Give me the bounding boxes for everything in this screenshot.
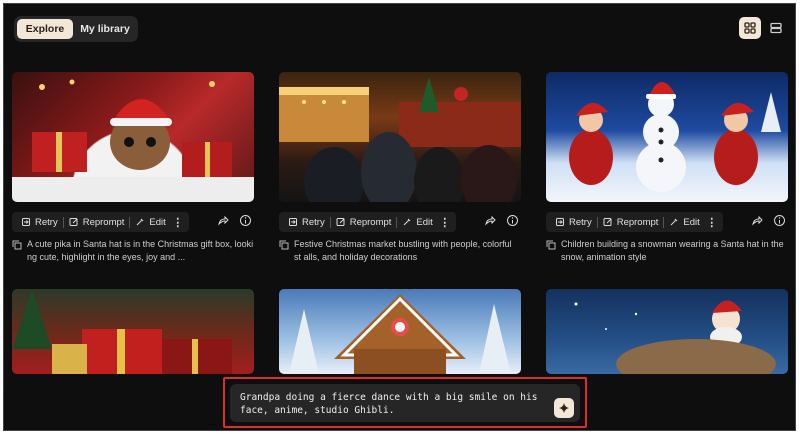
more-options-button[interactable]: ⋮: [171, 212, 185, 232]
edit-button[interactable]: Edit: [130, 212, 170, 232]
retry-icon: [556, 218, 564, 226]
share-icon: [218, 215, 229, 226]
retry-button[interactable]: Retry: [283, 212, 330, 232]
caption-text: A cute pika in Santa hat is in the Chris…: [27, 239, 254, 262]
info-icon: [240, 215, 251, 226]
prompt-text[interactable]: Grandpa doing a fierce dance with a big …: [240, 391, 540, 417]
thumbnail-pika-gift[interactable]: [12, 72, 254, 202]
reprompt-button[interactable]: Reprompt: [598, 212, 664, 232]
media-card-gifts[interactable]: [12, 289, 254, 374]
more-options-button[interactable]: ⋮: [705, 212, 719, 232]
reprompt-button[interactable]: Reprompt: [331, 212, 397, 232]
edit-label: Edit: [683, 216, 700, 228]
card-action-bar: Retry Reprompt Edit ⋮: [279, 212, 521, 232]
card-action-bar: Retry Reprompt Edit ⋮: [12, 212, 254, 232]
sparkle-icon: [559, 403, 569, 413]
thumbnail-snowman[interactable]: [546, 72, 788, 202]
tab-explore[interactable]: Explore: [17, 19, 73, 39]
gingerbread-illustration: [289, 294, 511, 374]
view-toggle: [739, 17, 787, 39]
reprompt-label: Reprompt: [616, 216, 659, 228]
reprompt-label: Reprompt: [349, 216, 392, 228]
magic-wand-icon: [404, 218, 411, 226]
media-card-snowman[interactable]: Retry Reprompt Edit ⋮ Children building …: [546, 72, 788, 262]
copy-icon[interactable]: [12, 240, 22, 250]
thumbnail-gift-boxes[interactable]: [12, 289, 254, 374]
caption-text: Children building a snowman wearing a Sa…: [561, 239, 784, 262]
media-card-gingerbread[interactable]: [279, 289, 521, 374]
media-card-santa[interactable]: [546, 289, 788, 374]
grid-view-button[interactable]: [739, 17, 761, 39]
market-illustration: [279, 77, 521, 202]
santa-illustration: [574, 300, 776, 374]
media-card-pika[interactable]: Retry Reprompt Edit ⋮ A cute pika in San…: [12, 72, 254, 262]
pika-illustration: [12, 79, 254, 202]
retry-label: Retry: [35, 216, 58, 228]
media-card-market[interactable]: Retry Reprompt Edit ⋮ Festive Christmas …: [279, 72, 521, 262]
thumbnail-christmas-market[interactable]: [279, 72, 521, 202]
reprompt-button[interactable]: Reprompt: [64, 212, 130, 232]
retry-icon: [22, 218, 30, 226]
edit-note-icon: [603, 218, 612, 226]
share-icon: [485, 215, 496, 226]
edit-button[interactable]: Edit: [664, 212, 704, 232]
generate-button[interactable]: [554, 398, 574, 418]
copy-icon[interactable]: [279, 240, 289, 250]
edit-label: Edit: [149, 216, 166, 228]
info-icon: [774, 215, 785, 226]
action-group: Retry Reprompt Edit ⋮: [12, 212, 189, 232]
app-window: Explore My library Retry Reprompt Edit ⋮…: [3, 3, 796, 431]
magic-wand-icon: [671, 218, 678, 226]
retry-button[interactable]: Retry: [550, 212, 597, 232]
info-button[interactable]: [773, 214, 786, 227]
tab-switcher: Explore My library: [14, 16, 138, 42]
snowman-illustration: [569, 81, 781, 192]
action-group: Retry Reprompt Edit ⋮: [279, 212, 456, 232]
retry-button[interactable]: Retry: [16, 212, 63, 232]
info-icon: [507, 215, 518, 226]
grid-icon: [744, 22, 756, 34]
card-action-bar: Retry Reprompt Edit ⋮: [546, 212, 788, 232]
retry-label: Retry: [569, 216, 592, 228]
share-icon: [752, 215, 763, 226]
share-button[interactable]: [217, 214, 230, 227]
list-view-button[interactable]: [765, 17, 787, 39]
share-button[interactable]: [751, 214, 764, 227]
info-button[interactable]: [506, 214, 519, 227]
more-options-button[interactable]: ⋮: [438, 212, 452, 232]
magic-wand-icon: [137, 218, 144, 226]
retry-label: Retry: [302, 216, 325, 228]
prompt-input[interactable]: Grandpa doing a fierce dance with a big …: [230, 384, 580, 422]
thumbnail-santa-sleigh[interactable]: [546, 289, 788, 374]
reprompt-label: Reprompt: [82, 216, 125, 228]
thumbnail-gingerbread-house[interactable]: [279, 289, 521, 374]
list-icon: [770, 22, 782, 34]
card-caption: Festive Christmas market bustling with p…: [279, 238, 521, 264]
info-button[interactable]: [239, 214, 252, 227]
retry-icon: [289, 218, 297, 226]
edit-button[interactable]: Edit: [397, 212, 437, 232]
share-button[interactable]: [484, 214, 497, 227]
caption-text: Festive Christmas market bustling with p…: [294, 239, 512, 262]
edit-note-icon: [336, 218, 345, 226]
action-group: Retry Reprompt Edit ⋮: [546, 212, 723, 232]
gifts-illustration: [12, 289, 232, 374]
card-caption: A cute pika in Santa hat is in the Chris…: [12, 238, 254, 264]
tab-my-library[interactable]: My library: [75, 19, 135, 39]
card-caption: Children building a snowman wearing a Sa…: [546, 238, 788, 264]
edit-label: Edit: [416, 216, 433, 228]
copy-icon[interactable]: [546, 240, 556, 250]
edit-note-icon: [69, 218, 78, 226]
prompt-highlight: Grandpa doing a fierce dance with a big …: [223, 377, 587, 428]
